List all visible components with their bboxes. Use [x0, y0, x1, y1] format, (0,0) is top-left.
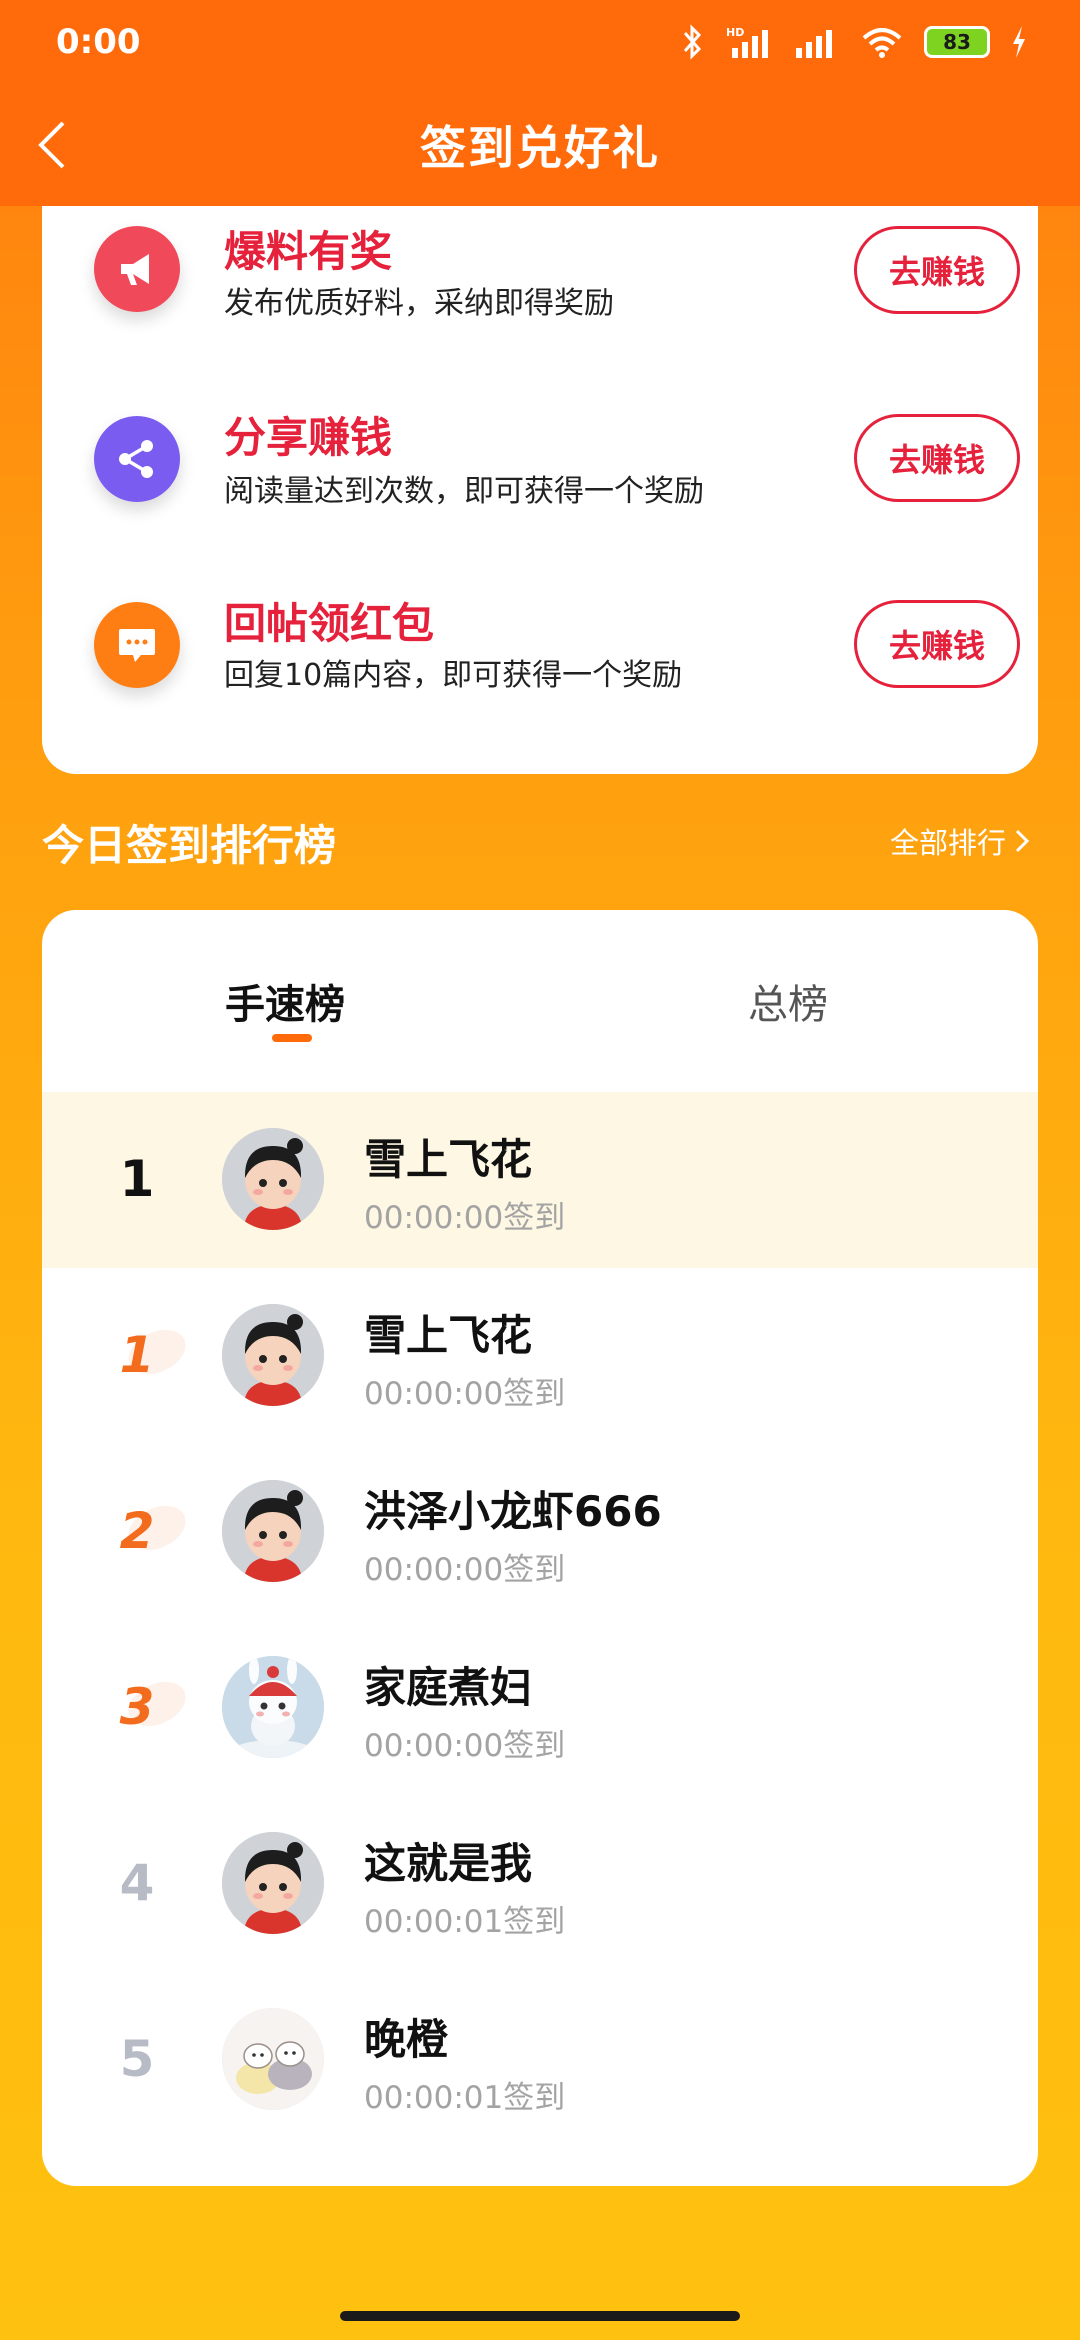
chevron-right-icon — [1015, 829, 1030, 853]
rank-number: 4 — [119, 1854, 155, 1912]
status-icons: HD 83 — [682, 22, 1028, 62]
tab-speed-ranking[interactable]: 手速榜 — [225, 972, 345, 1030]
page-title: 签到兑好礼 — [420, 121, 660, 175]
user-name: 雪上飞花 — [364, 1311, 533, 1360]
task-row-reply: 回帖领红包 回复10篇内容，即可获得一个奖励 去赚钱 — [42, 586, 1038, 756]
rank-row[interactable]: 5 晚橙 00:00:01签到 — [42, 1972, 1038, 2148]
sign-in-time: 00:00:01签到 — [364, 2080, 566, 2116]
status-bar: 0:00 HD 83 — [0, 0, 1080, 84]
rank-row[interactable]: 3 家庭煮妇 00:00:00签到 — [42, 1620, 1038, 1796]
rank-number: 2 — [119, 1502, 155, 1560]
rank-row[interactable]: 1 雪上飞花 00:00:00签到 — [42, 1268, 1038, 1444]
ranking-section-title: 今日签到排行榜 — [42, 821, 337, 870]
svg-text:HD: HD — [726, 26, 744, 39]
avatar — [222, 2008, 324, 2110]
avatar — [222, 1480, 324, 1582]
share-icon — [94, 416, 180, 502]
task-row-share: 分享赚钱 阅读量达到次数，即可获得一个奖励 去赚钱 — [42, 396, 1038, 566]
task-title: 回帖领红包 — [224, 599, 435, 648]
task-title: 爆料有奖 — [224, 227, 393, 276]
hd-signal-icon: HD — [726, 26, 768, 58]
status-time: 0:00 — [56, 22, 141, 62]
active-tab-indicator — [272, 1034, 312, 1042]
chat-bubble-icon — [94, 602, 180, 688]
task-desc: 回复10篇内容，即可获得一个奖励 — [224, 658, 683, 693]
earn-button-tips[interactable]: 去赚钱 — [854, 226, 1020, 314]
wifi-icon — [862, 28, 902, 58]
sign-in-time: 00:00:00签到 — [364, 1376, 566, 1412]
sign-in-time: 00:00:00签到 — [364, 1728, 566, 1764]
my-rank-row[interactable]: 1 雪上飞花 00:00:00签到 — [42, 1092, 1038, 1268]
earn-button-reply[interactable]: 去赚钱 — [854, 600, 1020, 688]
avatar — [222, 1832, 324, 1934]
earn-button-share[interactable]: 去赚钱 — [854, 414, 1020, 502]
avatar — [222, 1656, 324, 1758]
signal-icon — [796, 30, 832, 58]
task-desc: 阅读量达到次数，即可获得一个奖励 — [224, 474, 704, 509]
tasks-card: 爆料有奖 发布优质好料，采纳即得奖励 去赚钱 分享赚钱 阅读量达到次数，即可获得… — [42, 206, 1038, 774]
megaphone-icon — [94, 226, 180, 312]
avatar — [222, 1128, 324, 1230]
rank-number: 3 — [119, 1678, 155, 1736]
ranking-card: 手速榜 总榜 1 雪上飞花 00:00:00签到 1 雪上飞花 00:00:00… — [42, 910, 1038, 2186]
task-desc: 发布优质好料，采纳即得奖励 — [224, 286, 614, 321]
rank-number: 1 — [119, 1326, 155, 1384]
tab-total-ranking[interactable]: 总榜 — [748, 972, 828, 1030]
view-all-label: 全部排行 — [889, 826, 1006, 860]
home-indicator[interactable] — [340, 2311, 740, 2321]
battery-icon: 83 — [924, 26, 990, 58]
charging-icon — [1013, 26, 1025, 58]
task-row-tips: 爆料有奖 发布优质好料，采纳即得奖励 去赚钱 — [42, 206, 1038, 376]
sign-in-time: 00:00:00签到 — [364, 1552, 566, 1588]
user-name: 晚橙 — [364, 2015, 449, 2064]
sign-in-time: 00:00:01签到 — [364, 1904, 566, 1940]
user-name: 洪泽小龙虾666 — [364, 1487, 662, 1536]
view-all-ranking-link[interactable]: 全部排行 — [890, 820, 1030, 862]
task-title: 分享赚钱 — [224, 413, 393, 462]
rank-number: 1 — [119, 1150, 155, 1208]
user-name: 这就是我 — [364, 1839, 533, 1888]
sign-in-time: 00:00:00签到 — [364, 1200, 566, 1236]
avatar — [222, 1304, 324, 1406]
user-name: 雪上飞花 — [364, 1135, 533, 1184]
rank-number: 5 — [119, 2030, 155, 2088]
top-app-bar: 签到兑好礼 — [0, 84, 1080, 206]
rank-row[interactable]: 4 这就是我 00:00:01签到 — [42, 1796, 1038, 1972]
user-name: 家庭煮妇 — [364, 1663, 533, 1712]
bluetooth-icon — [683, 24, 702, 60]
rank-row[interactable]: 2 洪泽小龙虾666 00:00:00签到 — [42, 1444, 1038, 1620]
